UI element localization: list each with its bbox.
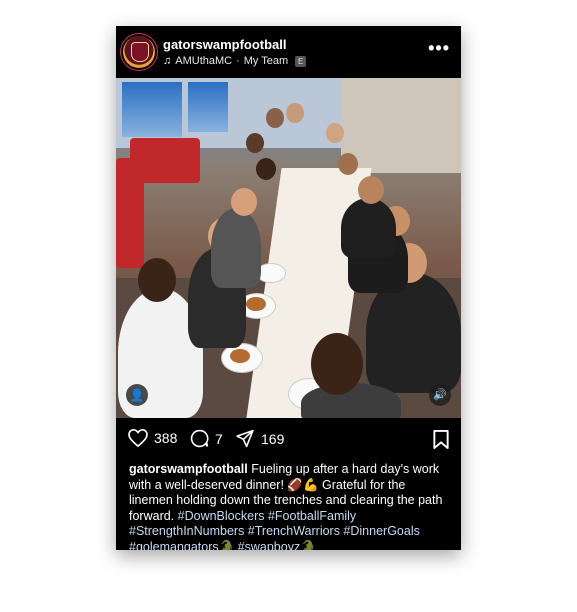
heart-icon (128, 429, 148, 447)
music-track: My Team (243, 55, 289, 67)
profile-avatar[interactable] (123, 36, 155, 68)
send-icon (236, 429, 254, 448)
like-count: 388 (154, 430, 178, 446)
comment-icon (190, 429, 209, 448)
like-button[interactable]: 388 (128, 429, 177, 447)
bookmark-icon[interactable] (433, 430, 449, 449)
music-attribution[interactable]: ♫ AMUthaMC · My Team E (163, 55, 307, 67)
share-button[interactable]: 169 (235, 429, 284, 448)
music-note-icon: ♫ (163, 55, 172, 67)
sound-toggle-icon[interactable]: 🔊 (429, 384, 451, 406)
explicit-badge: E (295, 55, 307, 67)
caption-username[interactable]: gatorswampfootball (129, 462, 248, 476)
music-separator: · (236, 55, 240, 67)
post-username[interactable]: gatorswampfootball (163, 37, 287, 52)
comment-button[interactable]: 7 (190, 429, 223, 448)
music-artist: AMUthaMC (175, 55, 233, 67)
post-actions-bar: 388 7 169 (116, 426, 461, 454)
post-caption: gatorswampfootball Fueling up after a ha… (129, 462, 451, 550)
comment-count: 7 (215, 430, 223, 447)
more-options-icon[interactable]: ••• (428, 38, 450, 59)
share-count: 169 (261, 430, 285, 447)
instagram-post-card: gatorswampfootball ♫ AMUthaMC · My Team … (116, 26, 461, 550)
tagged-users-icon[interactable]: 👤 (126, 384, 148, 406)
post-header: gatorswampfootball ♫ AMUthaMC · My Team … (116, 26, 461, 78)
post-photo[interactable] (116, 78, 461, 418)
